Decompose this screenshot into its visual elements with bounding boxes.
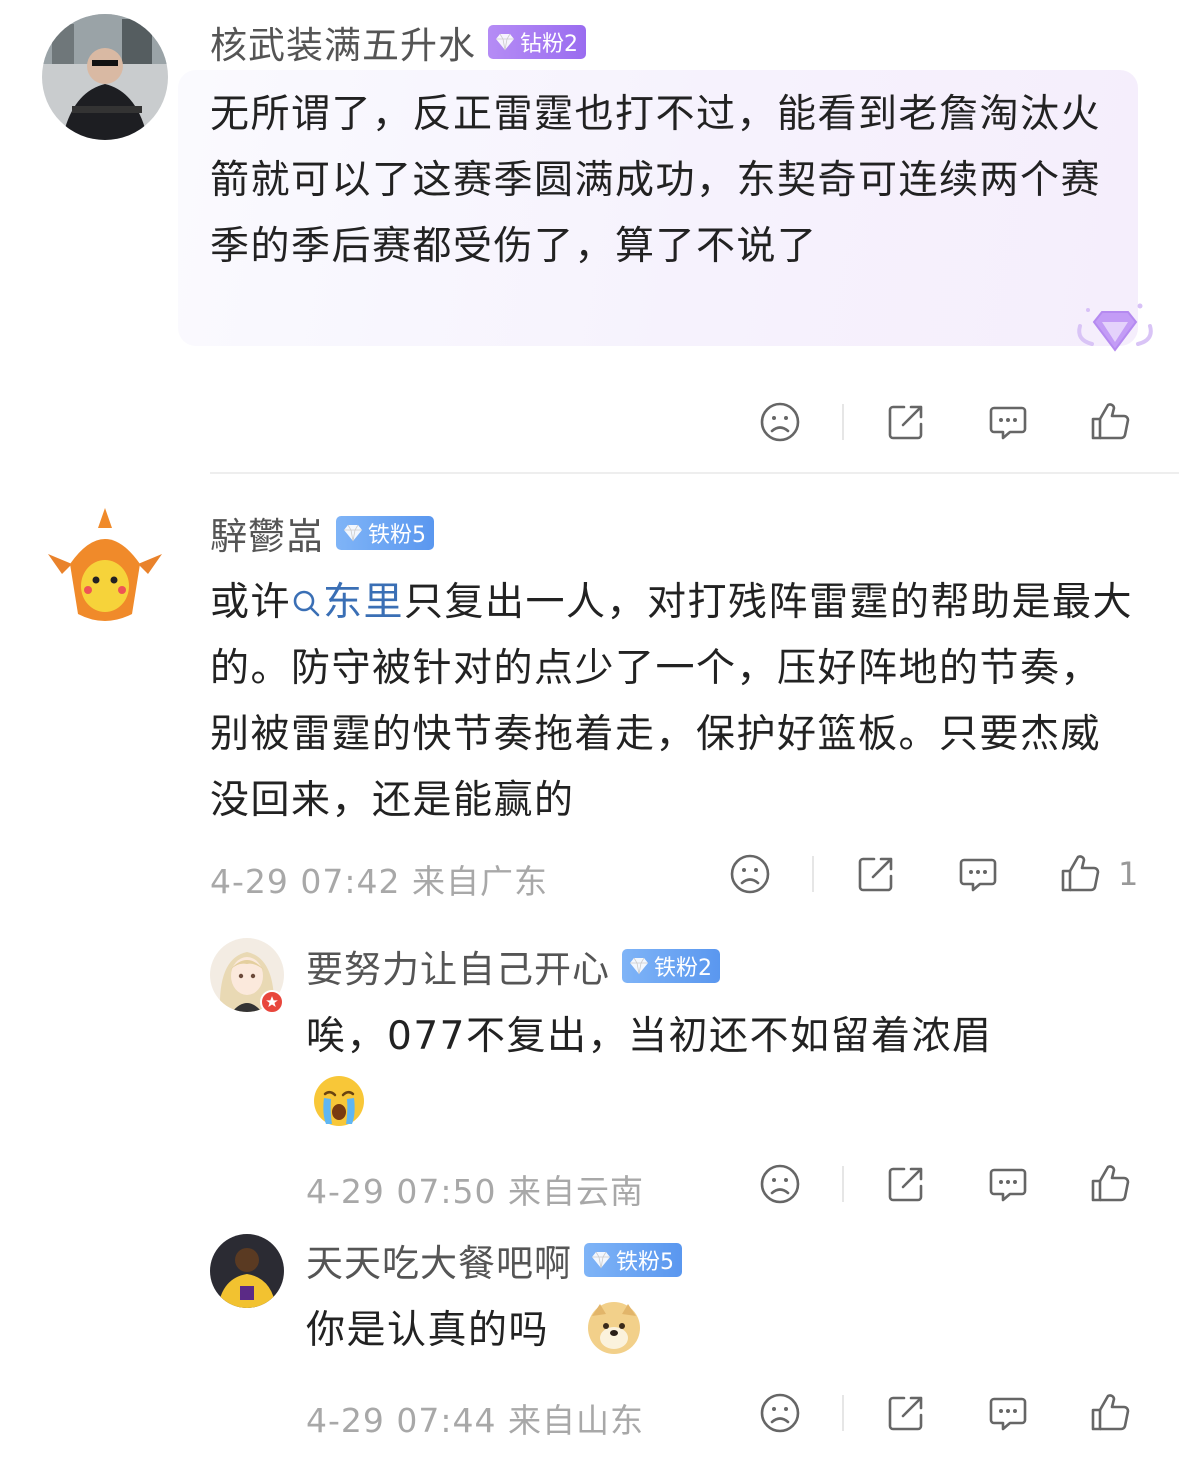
badge-label: 铁粉2 — [654, 956, 712, 981]
reply-text[interactable]: 唉，077不复出，当初还不如留着浓眉 — [306, 1004, 1126, 1070]
link-text: 东里 — [323, 580, 405, 625]
verified-badge — [260, 990, 284, 1014]
comment-header: 核武装满五升水 钻粉2 — [210, 15, 586, 69]
gem-icon — [342, 522, 364, 544]
badge-label: 铁粉5 — [616, 1250, 674, 1275]
comment-header: 騂鬱嵓 铁粉5 — [210, 506, 434, 560]
share-icon[interactable] — [854, 852, 898, 896]
gem-icon — [1074, 300, 1156, 366]
comment-icon[interactable] — [956, 852, 1000, 896]
divider — [812, 856, 814, 892]
divider — [842, 1395, 844, 1431]
topic-link[interactable]: 东里 — [291, 580, 404, 625]
username[interactable]: 騂鬱嵓 — [210, 506, 324, 560]
reply-header: 天天吃大餐吧啊 铁粉5 — [306, 1233, 682, 1287]
avatar[interactable] — [42, 14, 168, 140]
timestamp-location: 4-29 07:42 来自广东 — [210, 862, 548, 901]
reply-header: 要努力让自己开心 铁粉2 — [306, 939, 720, 993]
gem-icon — [590, 1249, 612, 1271]
crying-emoji — [312, 1074, 366, 1128]
like-icon[interactable] — [1058, 852, 1102, 896]
fan-badge[interactable]: 铁粉5 — [336, 516, 434, 550]
share-icon[interactable] — [884, 1162, 928, 1206]
username[interactable]: 要努力让自己开心 — [306, 939, 610, 993]
comment-icon[interactable] — [986, 400, 1030, 444]
divider — [842, 1166, 844, 1202]
avatar[interactable] — [210, 1234, 284, 1308]
comment-text[interactable]: 无所谓了，反正雷霆也打不过，能看到老詹淘汰火箭就可以了这赛季圆满成功，东契奇可连… — [210, 82, 1110, 280]
dislike-icon[interactable] — [728, 852, 772, 896]
like-icon[interactable] — [1088, 400, 1132, 444]
badge-label: 铁粉5 — [368, 523, 426, 548]
search-link-icon — [293, 590, 320, 617]
comment-icon[interactable] — [986, 1162, 1030, 1206]
divider — [210, 472, 1179, 474]
username[interactable]: 核武装满五升水 — [210, 15, 476, 69]
reply-text[interactable]: 你是认真的吗 — [306, 1298, 606, 1364]
badge-label: 钻粉2 — [520, 32, 578, 57]
text-segment: 或许 — [210, 580, 292, 625]
dislike-icon[interactable] — [758, 400, 802, 444]
share-icon[interactable] — [884, 400, 928, 444]
username[interactable]: 天天吃大餐吧啊 — [306, 1233, 572, 1287]
timestamp-location: 4-29 07:50 来自云南 — [306, 1172, 644, 1211]
timestamp-location: 4-29 07:44 来自山东 — [306, 1401, 644, 1440]
fan-badge[interactable]: 铁粉5 — [584, 1243, 682, 1277]
dislike-icon[interactable] — [758, 1391, 802, 1435]
fan-badge[interactable]: 钻粉2 — [488, 25, 586, 59]
dislike-icon[interactable] — [758, 1162, 802, 1206]
gem-icon — [628, 955, 650, 977]
doge-emoji — [586, 1300, 642, 1356]
comment-text[interactable]: 或许 东里只复出一人，对打残阵雷霆的帮助是最大的。防守被针对的点少了一个，压好阵地… — [210, 570, 1140, 834]
gem-icon — [494, 31, 516, 53]
like-icon[interactable] — [1088, 1391, 1132, 1435]
share-icon[interactable] — [884, 1391, 928, 1435]
divider — [842, 404, 844, 440]
fan-badge[interactable]: 铁粉2 — [622, 949, 720, 983]
avatar[interactable] — [42, 504, 168, 630]
like-count: 1 — [1118, 855, 1139, 893]
comment-icon[interactable] — [986, 1391, 1030, 1435]
like-icon[interactable] — [1088, 1162, 1132, 1206]
